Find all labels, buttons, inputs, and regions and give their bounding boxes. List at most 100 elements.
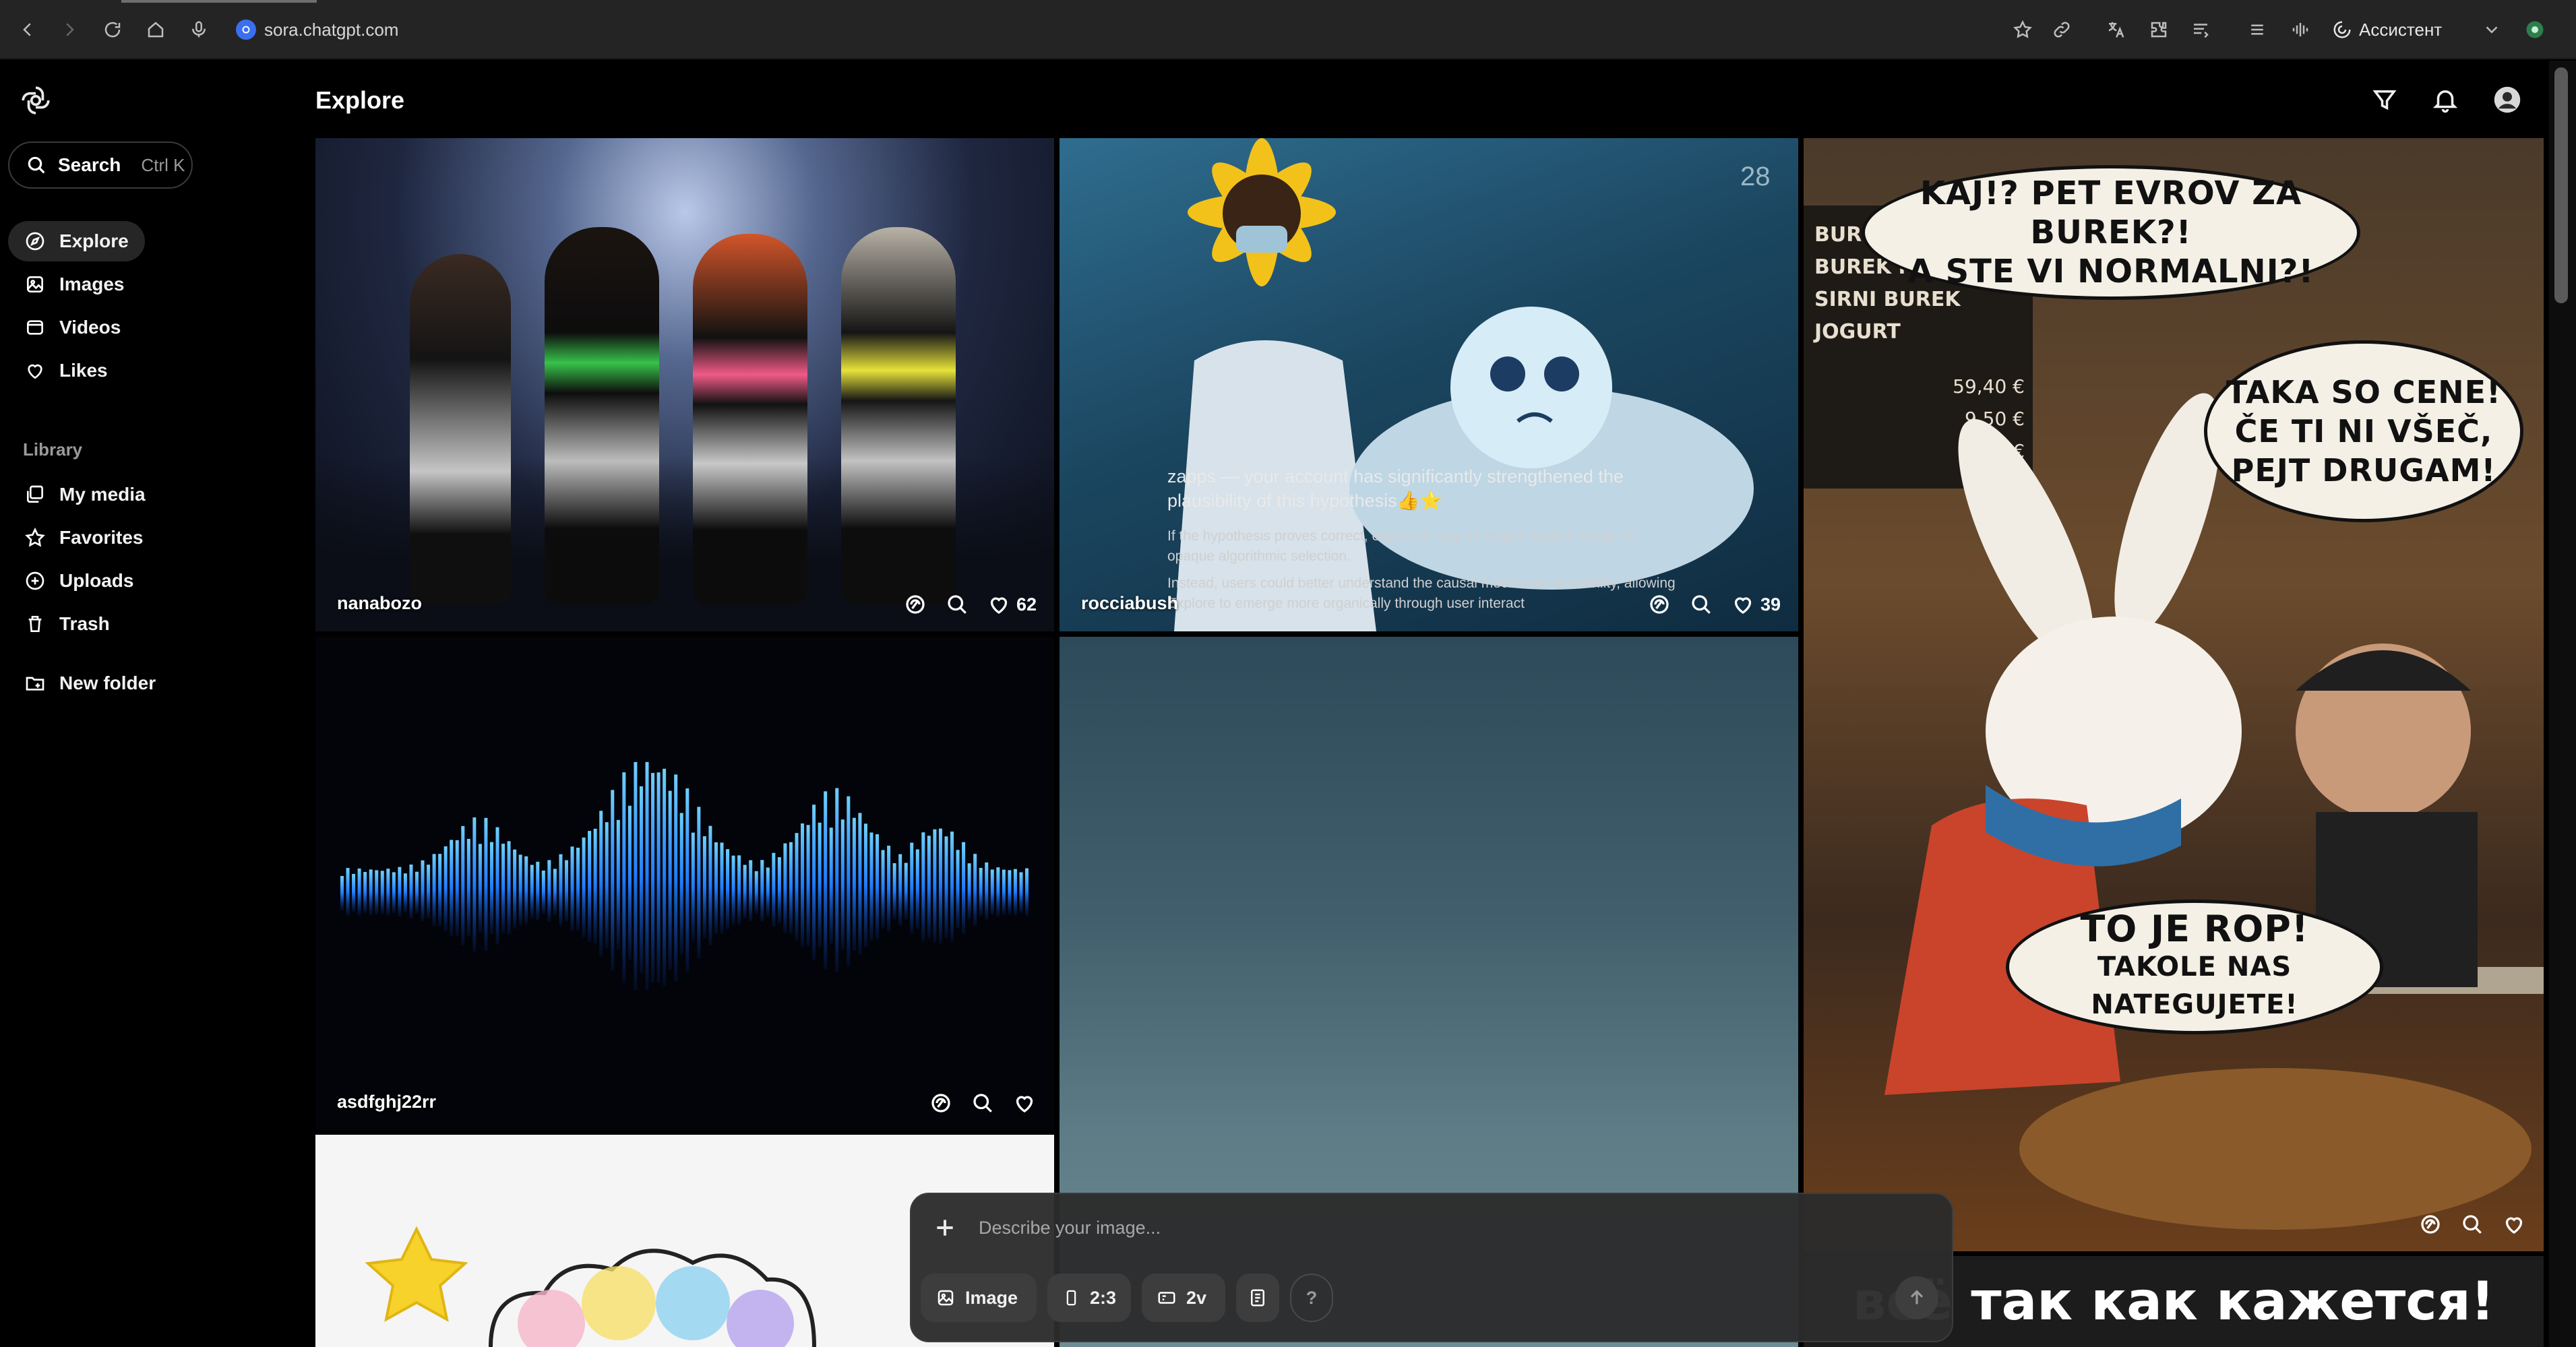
nav-uploads[interactable]: Uploads <box>8 561 150 601</box>
waveform-bar <box>599 811 603 956</box>
nav-my-media[interactable]: My media <box>8 474 162 515</box>
nav-images[interactable]: Images <box>8 264 141 305</box>
notifications-bell-icon[interactable] <box>2428 82 2463 117</box>
waveform-bar <box>455 840 459 936</box>
new-folder-button[interactable]: New folder <box>8 663 172 703</box>
waveform-bar <box>944 836 948 939</box>
waveform-bar <box>898 854 902 926</box>
new-folder-label: New folder <box>59 672 156 693</box>
openai-logo-icon[interactable] <box>19 84 53 117</box>
send-button[interactable] <box>1895 1276 1938 1319</box>
extensions-icon[interactable] <box>2146 17 2172 42</box>
feed-tile-2[interactable]: 28 zapps — your account has significantl… <box>1060 138 1798 631</box>
like-button[interactable]: 62 <box>987 592 1037 617</box>
media-type-selector[interactable]: Image <box>921 1274 1037 1322</box>
zoom-search-icon[interactable] <box>971 1091 995 1115</box>
remix-icon[interactable] <box>929 1091 953 1115</box>
waveform-bar <box>340 875 344 911</box>
profile-extension-icon[interactable] <box>2522 17 2548 42</box>
audio-wave-icon[interactable] <box>2288 17 2313 42</box>
tile-username[interactable]: rocciabush <box>1081 593 1178 614</box>
variations-selector[interactable]: 2v <box>1142 1274 1225 1322</box>
feed-tile-4[interactable]: asdfghj22rr <box>315 637 1054 1130</box>
bookmark-star-icon[interactable] <box>2010 17 2035 42</box>
filter-icon[interactable] <box>2367 82 2402 117</box>
waveform-bar <box>1025 868 1029 916</box>
waveform-bar <box>663 768 667 986</box>
back-icon[interactable] <box>15 17 40 42</box>
active-tab-indicator <box>121 0 317 3</box>
waveform-bar <box>979 867 983 916</box>
heart-icon <box>990 597 1008 614</box>
waveform-bar <box>605 822 609 948</box>
translate-icon[interactable] <box>2103 17 2128 42</box>
remix-icon[interactable] <box>2418 1212 2443 1236</box>
bubble-line: A STE VI NORMALNI?! <box>1907 253 2314 290</box>
waveform-bar <box>369 869 373 915</box>
feed-tile-3[interactable]: BUREK BUREK MESNI SIRNI BUREK JOGURT 59,… <box>1804 138 2544 1251</box>
folder-plus-icon <box>26 677 44 691</box>
aspect-ratio-label: 2:3 <box>1089 1287 1116 1308</box>
menu-lines-icon[interactable] <box>2244 17 2270 42</box>
waveform-bar <box>450 840 454 936</box>
heart-icon[interactable] <box>1012 1091 1037 1115</box>
forward-icon[interactable] <box>57 17 82 42</box>
tile-username[interactable]: nanabozo <box>337 593 422 614</box>
remix-icon[interactable] <box>903 592 927 617</box>
presets-button[interactable] <box>1236 1274 1279 1322</box>
microphone-icon[interactable] <box>186 17 212 42</box>
waveform-bar <box>847 796 851 966</box>
chevron-down-icon[interactable] <box>2479 17 2505 42</box>
site-favicon-icon <box>236 20 256 40</box>
zoom-search-icon[interactable] <box>1689 592 1713 617</box>
nav-likes[interactable]: Likes <box>8 350 124 391</box>
nav-favorites[interactable]: Favorites <box>8 518 160 558</box>
remix-icon[interactable] <box>1647 592 1672 617</box>
assistant-button[interactable]: Ассистент <box>2332 15 2442 44</box>
waveform-bar <box>737 855 741 925</box>
waveform-bar <box>392 872 396 913</box>
waveform-bar <box>541 871 545 914</box>
waveform-bar <box>553 869 557 916</box>
waveform-bar <box>536 861 540 920</box>
reload-icon[interactable] <box>100 17 125 42</box>
waveform-bar <box>357 868 361 916</box>
waveform-bar <box>466 838 470 937</box>
tile-actions: 39 <box>1647 592 1781 617</box>
tile-1-figure <box>545 227 659 604</box>
reader-icon[interactable] <box>2188 17 2213 42</box>
aspect-ratio-selector[interactable]: 2:3 <box>1047 1274 1131 1322</box>
like-button[interactable]: 39 <box>1731 592 1781 617</box>
add-attachment-plus-icon[interactable] <box>931 1214 958 1241</box>
tile-2-caption-heading: zapps — your account has significantly s… <box>1167 466 1624 511</box>
home-icon[interactable] <box>143 17 168 42</box>
waveform-bar <box>892 863 896 920</box>
waveform-bar <box>547 860 551 922</box>
page-scrollbar[interactable] <box>2549 61 2576 1347</box>
search-button[interactable]: Search Ctrl K <box>8 142 193 189</box>
variations-icon <box>1158 1292 1175 1304</box>
waveform-bar <box>927 836 931 939</box>
nav-videos[interactable]: Videos <box>8 307 137 348</box>
zoom-search-icon[interactable] <box>945 592 969 617</box>
prompt-input[interactable] <box>979 1210 1787 1245</box>
waveform-bar <box>801 823 805 947</box>
feed-tile-1[interactable]: nanabozo 62 <box>315 138 1054 631</box>
waveform-bar <box>679 813 683 955</box>
variations-label: 2v <box>1186 1287 1207 1308</box>
help-button[interactable]: ? <box>1290 1274 1333 1322</box>
tile-2-caption-line: Instead, users could better understand t… <box>1167 575 1676 611</box>
link-icon[interactable] <box>2049 17 2075 42</box>
waveform-bar <box>795 833 799 941</box>
zoom-search-icon[interactable] <box>2460 1212 2484 1236</box>
nav-trash[interactable]: Trash <box>8 604 126 644</box>
nav-explore[interactable]: Explore <box>8 221 145 261</box>
waveform-bar <box>421 860 425 922</box>
waveform-bar <box>489 842 493 935</box>
media-icon <box>27 485 43 503</box>
tile-username[interactable]: asdfghj22rr <box>337 1092 436 1113</box>
scrollbar-thumb[interactable] <box>2554 67 2568 303</box>
address-bar[interactable]: sora.chatgpt.com <box>236 15 398 44</box>
account-avatar-icon[interactable] <box>2490 82 2525 117</box>
heart-icon[interactable] <box>2502 1212 2526 1236</box>
